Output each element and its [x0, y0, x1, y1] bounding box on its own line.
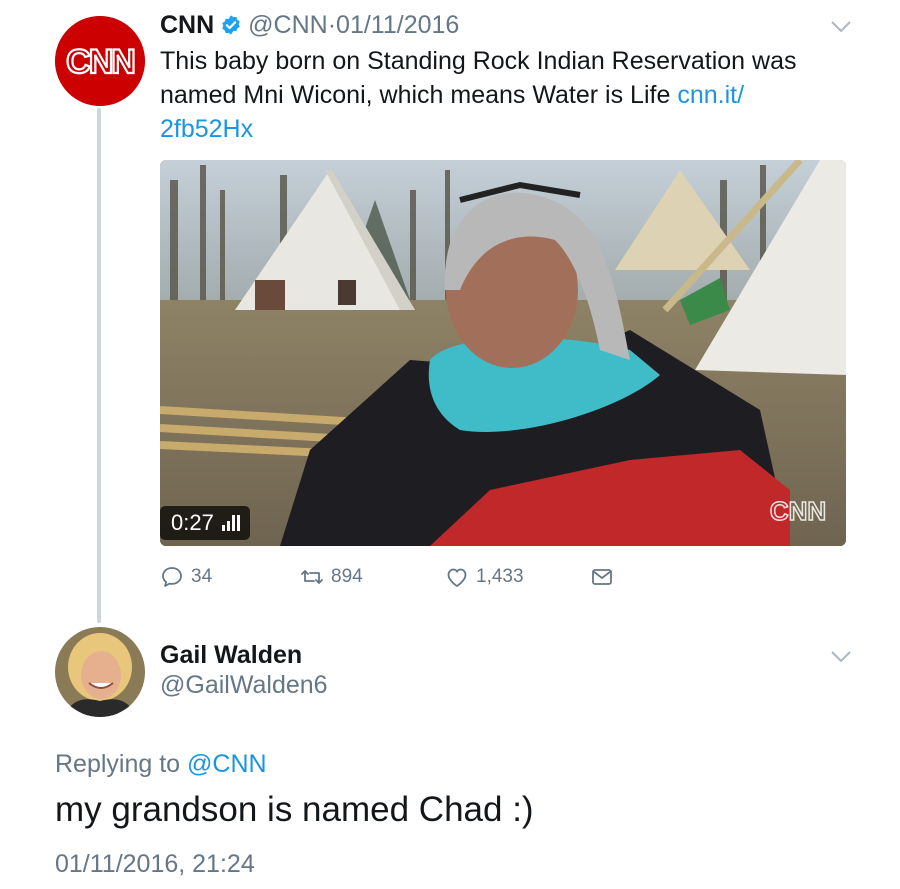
reply-timestamp[interactable]: 01/11/2016, 21:24 [55, 850, 255, 879]
reply-author-handle[interactable]: @GailWalden6 [160, 671, 328, 700]
reply-icon [162, 567, 182, 587]
author-handle[interactable]: @CNN [248, 11, 328, 39]
cnn-logo-icon: CNN [55, 16, 145, 106]
tweet-text: This baby born on Standing Rock Indian R… [160, 44, 840, 146]
reply-action[interactable]: 34 [160, 565, 212, 589]
direct-message-action[interactable] [590, 565, 614, 589]
retweet-icon [301, 570, 323, 584]
tweet-date[interactable]: 01/11/2016 [336, 11, 459, 39]
verified-badge-icon [222, 15, 240, 35]
reply-author-name[interactable]: Gail Walden [160, 641, 302, 670]
like-count: 1,433 [476, 566, 524, 587]
video-still-image: CNN [160, 160, 846, 546]
replying-to: Replying to @CNN [55, 750, 267, 779]
chevron-down-icon[interactable] [830, 650, 852, 664]
envelope-icon [592, 569, 612, 585]
video-thumbnail[interactable]: CNN [160, 160, 846, 546]
thread-connector-line [97, 108, 101, 623]
reply-text: my grandson is named Chad :) [55, 790, 534, 829]
retweet-action[interactable]: 894 [300, 565, 363, 589]
header-separator: · [327, 11, 337, 39]
reply-count: 34 [191, 566, 213, 587]
retweet-count: 894 [331, 566, 363, 587]
tweet-header: CNN @CNN·01/11/2016 [160, 10, 459, 40]
volume-bars-icon [221, 515, 240, 531]
chevron-down-icon[interactable] [830, 20, 852, 34]
author-name[interactable]: CNN [160, 10, 214, 40]
video-duration: 0:27 [171, 510, 214, 535]
replying-to-handle[interactable]: @CNN [187, 750, 267, 778]
like-action[interactable]: 1,433 [445, 565, 524, 589]
gail-walden-avatar[interactable] [55, 627, 145, 717]
cnn-avatar[interactable]: CNN [55, 16, 145, 106]
user-photo-icon [55, 627, 145, 717]
tweet-actions: 34 894 1,433 [160, 562, 860, 592]
video-duration-badge: 0:27 [160, 506, 250, 540]
replying-prefix: Replying to [55, 750, 188, 778]
heart-icon [447, 568, 467, 587]
video-watermark: CNN [770, 496, 826, 526]
svg-text:CNN: CNN [66, 43, 134, 81]
